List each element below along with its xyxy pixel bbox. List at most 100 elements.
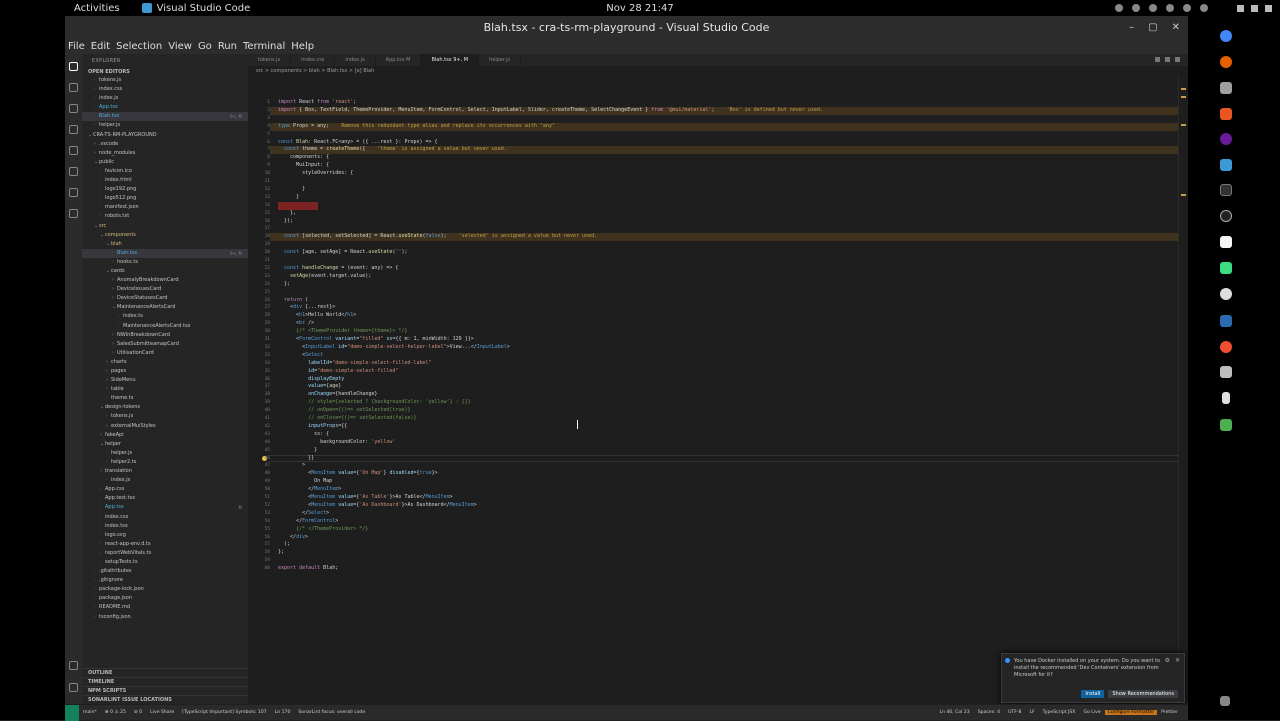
status-language[interactable]: TypeScript JSX xyxy=(1039,710,1080,715)
tree-item[interactable]: › NWInBreakdownCard xyxy=(82,331,248,340)
chrome-icon[interactable] xyxy=(1220,30,1232,42)
tab-tokens-js[interactable]: tokens.js xyxy=(248,54,292,66)
code-line[interactable]: }, xyxy=(278,210,296,218)
remote-indicator-icon[interactable] xyxy=(65,704,79,721)
status-prettier[interactable]: Prettier xyxy=(1157,710,1182,715)
more-actions-icon[interactable] xyxy=(1175,57,1180,62)
code-line[interactable]: } xyxy=(278,194,299,202)
code-line[interactable]: labelId="demo-simple-select-filled-label… xyxy=(278,360,431,368)
overview-ruler[interactable] xyxy=(1178,76,1188,704)
tree-item[interactable]: ⌄src xyxy=(82,222,248,231)
tree-item[interactable]: · index.js xyxy=(82,476,248,485)
code-line[interactable]: sx: { xyxy=(278,431,329,439)
code-line[interactable]: </Select> xyxy=(278,510,329,518)
tree-item[interactable]: ⌄public xyxy=(82,158,248,167)
code-line[interactable]: id="demo-simple-select-filled" xyxy=(278,368,398,376)
code-line[interactable]: import React from 'react'; xyxy=(278,99,356,107)
code-line[interactable]: // style={selected ? {backgroundColor: '… xyxy=(278,399,471,407)
tree-item[interactable]: · tokens.js xyxy=(82,76,248,85)
code-line[interactable]: On Map xyxy=(278,478,332,486)
tray-icon[interactable] xyxy=(1149,4,1157,12)
code-line[interactable]: const [age, setAge] = React.useState('')… xyxy=(278,249,407,257)
code-line[interactable]: components: { xyxy=(278,154,329,162)
status-live-share[interactable]: Live Share xyxy=(146,710,178,715)
tray-icon[interactable] xyxy=(1115,4,1123,12)
tree-item[interactable]: · tokens.js xyxy=(82,412,248,421)
code-line[interactable]: <MenuItem value={'As Dashboard'}>As Dash… xyxy=(278,502,477,510)
sonarlint-section[interactable]: SONARLINT ISSUE LOCATIONS xyxy=(82,695,248,704)
tree-item[interactable]: › node_modules xyxy=(82,149,248,158)
tree-item[interactable]: · logo.svg xyxy=(82,531,248,540)
status-ports[interactable]: ⊘ 0 xyxy=(130,710,146,715)
run-debug-icon[interactable] xyxy=(69,125,78,134)
code-line[interactable]: styleOverrides: { xyxy=(278,170,353,178)
menu-run[interactable]: Run xyxy=(218,41,243,52)
tab-index-css[interactable]: index.css xyxy=(291,54,336,66)
code-line[interactable]: {/* <ThemeProvider theme={theme}> */} xyxy=(278,328,407,336)
tree-item[interactable]: ⌄design-tokens xyxy=(82,403,248,412)
tree-item[interactable]: › SalesSubmitteamapCard xyxy=(82,340,248,349)
clock[interactable]: Nov 28 21:47 xyxy=(600,3,680,14)
code-line[interactable]: type Props = any; Remove this redundant … xyxy=(278,123,555,131)
tree-item[interactable]: · index.css xyxy=(82,85,248,94)
code-line[interactable]: > xyxy=(278,462,305,470)
menu-help[interactable]: Help xyxy=(291,41,320,52)
status-go-live[interactable]: Go Live xyxy=(1079,710,1104,715)
source-control-icon[interactable] xyxy=(69,104,78,113)
tree-item[interactable]: › DeviceStatusesCard xyxy=(82,294,248,303)
tree-item[interactable]: · index.css xyxy=(82,513,248,522)
code-line[interactable]: <InputLabel id="demo-simple-select-helpe… xyxy=(278,344,510,352)
settings-icon[interactable] xyxy=(1220,210,1232,222)
tree-item[interactable]: · hooks.ts xyxy=(82,258,248,267)
tree-item[interactable]: · logo192.png xyxy=(82,185,248,194)
tree-item[interactable]: · theme.ts xyxy=(82,394,248,403)
status-eol[interactable]: LF xyxy=(1025,710,1038,715)
status-encoding[interactable]: UTF-8 xyxy=(1004,710,1025,715)
remote-explorer-icon[interactable] xyxy=(69,167,78,176)
code-line[interactable]: } xyxy=(278,186,305,194)
podcast-icon[interactable] xyxy=(1220,133,1232,145)
terminal-icon[interactable] xyxy=(1220,184,1232,196)
tree-item[interactable]: · setupTests.ts xyxy=(82,558,248,567)
menu-file[interactable]: File xyxy=(68,41,91,52)
app-menu[interactable]: Visual Studio Code xyxy=(141,3,250,14)
tree-item[interactable]: · index.ts xyxy=(82,312,248,321)
outline-section[interactable]: OUTLINE xyxy=(82,668,248,677)
tab-index-js[interactable]: index.js xyxy=(335,54,376,66)
tree-item[interactable]: · package.json xyxy=(82,594,248,603)
code-line[interactable]: setAge(event.target.value); xyxy=(278,273,371,281)
tree-item[interactable]: › translation xyxy=(82,467,248,476)
menu-selection[interactable]: Selection xyxy=(116,41,168,52)
code-line[interactable]: <div {...rest}> xyxy=(278,304,335,312)
software-icon[interactable] xyxy=(1220,108,1232,120)
status-problems[interactable]: ⊗ 0 ⚠ 25 xyxy=(101,710,130,715)
code-line[interactable]: backgroundColor: 'yellow' xyxy=(278,439,395,447)
code-line[interactable]: <Select xyxy=(278,352,323,360)
tree-item[interactable]: · robots.txt xyxy=(82,212,248,221)
vscode-dock-icon[interactable] xyxy=(1220,159,1232,171)
menu-terminal[interactable]: Terminal xyxy=(243,41,291,52)
tree-item[interactable]: · helper.js xyxy=(82,449,248,458)
tree-item[interactable]: · index.html xyxy=(82,176,248,185)
code-line[interactable]: import { Box, TextField, ThemeProvider, … xyxy=(278,107,823,115)
tree-item[interactable]: · Blah.tsx 9+, M xyxy=(82,248,248,258)
timeline-section[interactable]: TIMELINE xyxy=(82,677,248,686)
code-line[interactable]: } xyxy=(278,447,317,455)
system-menu[interactable] xyxy=(1237,4,1272,12)
tab-blah-tsx[interactable]: Blah.tsx 9+, M xyxy=(421,54,480,66)
tree-item[interactable]: · manifest.json xyxy=(82,203,248,212)
vim-icon[interactable] xyxy=(1220,236,1232,248)
tree-item[interactable]: · react-app-env.d.ts xyxy=(82,540,248,549)
tray-icon[interactable] xyxy=(1200,4,1208,12)
code-editor[interactable]: 1 import React from 'react'; 2 import { Box… xyxy=(248,76,1188,704)
tree-item[interactable]: · reportWebVitals.ts xyxy=(82,549,248,558)
menu-edit[interactable]: Edit xyxy=(91,41,116,52)
code-line[interactable]: onChange={handleChange} xyxy=(278,391,377,399)
testing-icon[interactable] xyxy=(69,188,78,197)
code-line[interactable]: inputProps={{ xyxy=(278,423,347,431)
tree-item[interactable]: · App.test.tsx xyxy=(82,494,248,503)
tree-item[interactable]: ⌄cards xyxy=(82,267,248,276)
tree-item[interactable]: · index.js xyxy=(82,94,248,103)
tree-item[interactable]: ⌄CRA-TS-RM-PLAYGROUND xyxy=(82,131,248,140)
trash-icon[interactable] xyxy=(1220,419,1232,431)
